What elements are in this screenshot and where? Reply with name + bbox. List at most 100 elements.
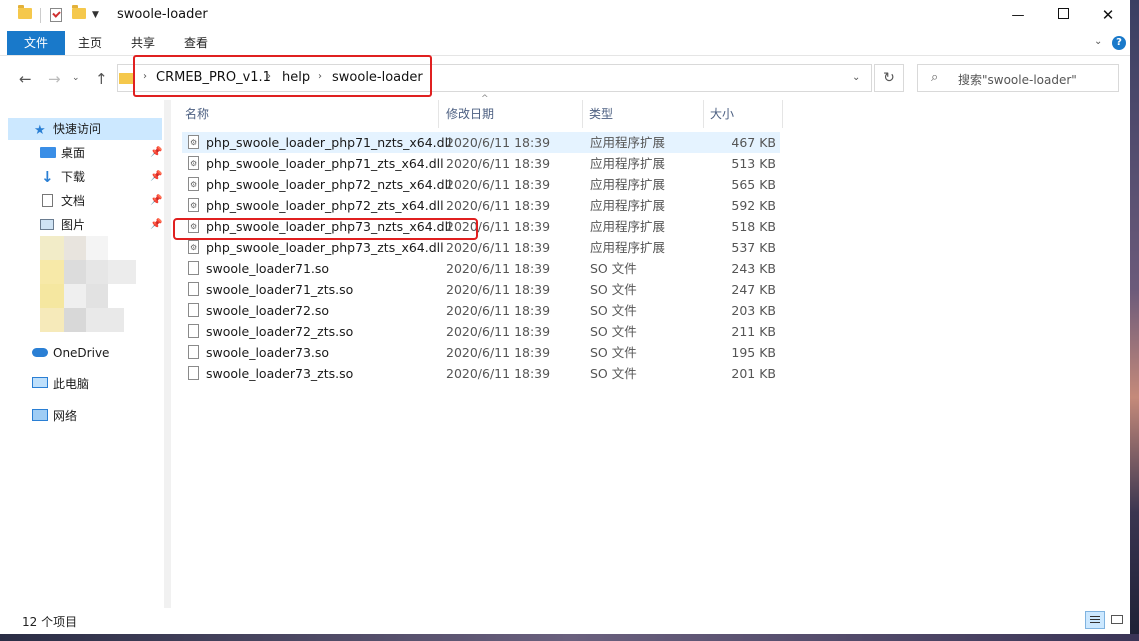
minimize-button[interactable]: — bbox=[995, 0, 1041, 31]
nav-item-downloads[interactable]: ↓ 下载 📌 bbox=[8, 166, 162, 188]
pictures-icon bbox=[40, 219, 54, 230]
file-row[interactable]: php_swoole_loader_php71_zts_x64.dll2020/… bbox=[182, 153, 780, 174]
file-size: 592 KB bbox=[731, 198, 776, 213]
nav-label: 下载 bbox=[61, 170, 86, 184]
file-type: 应用程序扩展 bbox=[590, 198, 666, 213]
file-row[interactable]: php_swoole_loader_php71_nzts_x64.dll2020… bbox=[182, 132, 780, 153]
download-arrow-icon: ↓ bbox=[41, 168, 54, 186]
refresh-button[interactable]: ↻ bbox=[874, 64, 904, 92]
up-arrow-icon[interactable]: ↑ bbox=[95, 70, 108, 88]
address-highlight-annotation bbox=[133, 55, 432, 97]
pin-icon[interactable]: 📌 bbox=[150, 142, 162, 164]
column-name[interactable]: 名称 bbox=[185, 100, 209, 128]
maximize-button[interactable] bbox=[1040, 0, 1086, 31]
search-placeholder: 搜索"swoole-loader" bbox=[958, 73, 1077, 87]
file-date: 2020/6/11 18:39 bbox=[446, 366, 551, 381]
close-button[interactable]: ✕ bbox=[1085, 0, 1130, 31]
back-arrow-icon[interactable]: ← bbox=[19, 70, 32, 88]
nav-item-desktop[interactable]: 桌面 📌 bbox=[8, 142, 162, 164]
nav-item-this-pc[interactable]: 此电脑 bbox=[8, 373, 162, 395]
forward-arrow-icon[interactable]: → bbox=[48, 70, 61, 88]
file-date: 2020/6/11 18:39 bbox=[446, 156, 551, 171]
file-size: 195 KB bbox=[731, 345, 776, 360]
file-size: 243 KB bbox=[731, 261, 776, 276]
pin-icon[interactable]: 📌 bbox=[150, 214, 162, 236]
blank-file-icon bbox=[188, 366, 199, 380]
details-view-button[interactable] bbox=[1085, 611, 1105, 629]
nav-item-network[interactable]: 网络 bbox=[8, 405, 162, 427]
file-row[interactable]: swoole_loader73.so 2020/6/11 18:39 SO 文件 19… bbox=[182, 342, 780, 363]
blank-file-icon bbox=[188, 345, 199, 359]
maximize-icon bbox=[1057, 8, 1069, 19]
item-count: 12 个项目 bbox=[22, 615, 78, 629]
file-date: 2020/6/11 18:39 bbox=[446, 324, 551, 339]
dll-gear-icon bbox=[188, 237, 199, 258]
quick-access-toolbar-dropdown[interactable]: ▼ bbox=[92, 10, 99, 20]
title-bar: ▼ swoole-loader — ✕ bbox=[0, 0, 1130, 31]
file-size: 203 KB bbox=[731, 303, 776, 318]
properties-icon[interactable] bbox=[50, 8, 62, 22]
folder-icon[interactable] bbox=[18, 5, 32, 19]
file-row[interactable]: swoole_loader72_zts.so 2020/6/11 18:39 SO … bbox=[182, 321, 780, 342]
column-size[interactable]: 大小 bbox=[710, 100, 734, 128]
column-header-row: ^ 名称 修改日期 类型 大小 bbox=[176, 94, 1130, 128]
large-icons-view-button[interactable] bbox=[1108, 611, 1126, 629]
tab-share[interactable]: 共享 bbox=[131, 31, 155, 55]
file-type: 应用程序扩展 bbox=[590, 219, 666, 234]
nav-item-quick-access[interactable]: ★ 快速访问 bbox=[8, 118, 162, 140]
tab-file[interactable]: 文件 bbox=[7, 31, 65, 55]
file-type: 应用程序扩展 bbox=[590, 240, 666, 255]
navigation-pane-scrollbar[interactable] bbox=[164, 100, 171, 608]
file-type: SO 文件 bbox=[590, 303, 637, 318]
file-row[interactable]: swoole_loader71.so 2020/6/11 18:39 SO 文件 24… bbox=[182, 258, 780, 279]
file-size: 518 KB bbox=[731, 219, 776, 234]
file-size: 247 KB bbox=[731, 282, 776, 297]
file-row[interactable]: php_swoole_loader_php73_zts_x64.dll2020/… bbox=[182, 237, 780, 258]
file-name: swoole_loader73.so bbox=[206, 345, 330, 360]
nav-item-onedrive[interactable]: OneDrive bbox=[8, 342, 162, 364]
expand-ribbon-icon[interactable]: ⌄ bbox=[1094, 36, 1102, 47]
file-date: 2020/6/11 18:39 bbox=[446, 177, 551, 192]
nav-item-documents[interactable]: 文档 📌 bbox=[8, 190, 162, 212]
nav-item-pictures[interactable]: 图片 📌 bbox=[8, 214, 162, 236]
dll-gear-icon bbox=[188, 132, 199, 153]
tab-home[interactable]: 主页 bbox=[78, 31, 102, 55]
nav-label: OneDrive bbox=[53, 346, 110, 360]
file-name: swoole_loader71_zts.so bbox=[206, 282, 354, 297]
column-divider[interactable] bbox=[582, 100, 583, 128]
tab-view[interactable]: 查看 bbox=[184, 31, 208, 55]
file-row[interactable]: swoole_loader71_zts.so 2020/6/11 18:39 SO … bbox=[182, 279, 780, 300]
file-name: swoole_loader71.so bbox=[206, 261, 330, 276]
file-type: SO 文件 bbox=[590, 282, 637, 297]
pin-icon[interactable]: 📌 bbox=[150, 190, 162, 212]
file-row[interactable]: swoole_loader73_zts.so 2020/6/11 18:39 SO … bbox=[182, 363, 780, 384]
file-date: 2020/6/11 18:39 bbox=[446, 261, 551, 276]
recent-locations-chevron-icon[interactable]: ⌄ bbox=[72, 73, 80, 83]
file-type: SO 文件 bbox=[590, 366, 637, 381]
nav-label: 网络 bbox=[53, 409, 78, 423]
search-input[interactable]: ⌕ 搜索"swoole-loader" bbox=[917, 64, 1119, 92]
nav-label: 桌面 bbox=[61, 146, 86, 160]
column-divider[interactable] bbox=[703, 100, 704, 128]
blank-file-icon bbox=[188, 282, 199, 296]
file-date: 2020/6/11 18:39 bbox=[446, 240, 551, 255]
column-type[interactable]: 类型 bbox=[589, 100, 613, 128]
column-divider[interactable] bbox=[782, 100, 783, 128]
column-date[interactable]: 修改日期 bbox=[446, 100, 494, 128]
file-row[interactable]: php_swoole_loader_php72_nzts_x64.dll2020… bbox=[182, 174, 780, 195]
file-row[interactable]: swoole_loader72.so 2020/6/11 18:39 SO 文件 20… bbox=[182, 300, 780, 321]
file-type: SO 文件 bbox=[590, 345, 637, 360]
file-name: swoole_loader72.so bbox=[206, 303, 330, 318]
cloud-icon bbox=[32, 348, 48, 357]
computer-icon bbox=[32, 377, 48, 388]
file-name: swoole_loader73_zts.so bbox=[206, 366, 354, 381]
file-size: 565 KB bbox=[731, 177, 776, 192]
new-folder-icon[interactable] bbox=[72, 5, 86, 19]
address-history-chevron-icon[interactable]: ⌄ bbox=[852, 72, 860, 83]
file-row[interactable]: php_swoole_loader_php72_zts_x64.dll2020/… bbox=[182, 195, 780, 216]
file-date: 2020/6/11 18:39 bbox=[446, 303, 551, 318]
help-icon[interactable]: ? bbox=[1112, 36, 1126, 50]
status-bar: 12 个项目 bbox=[0, 608, 1130, 634]
pin-icon[interactable]: 📌 bbox=[150, 166, 162, 188]
column-divider[interactable] bbox=[438, 100, 439, 128]
